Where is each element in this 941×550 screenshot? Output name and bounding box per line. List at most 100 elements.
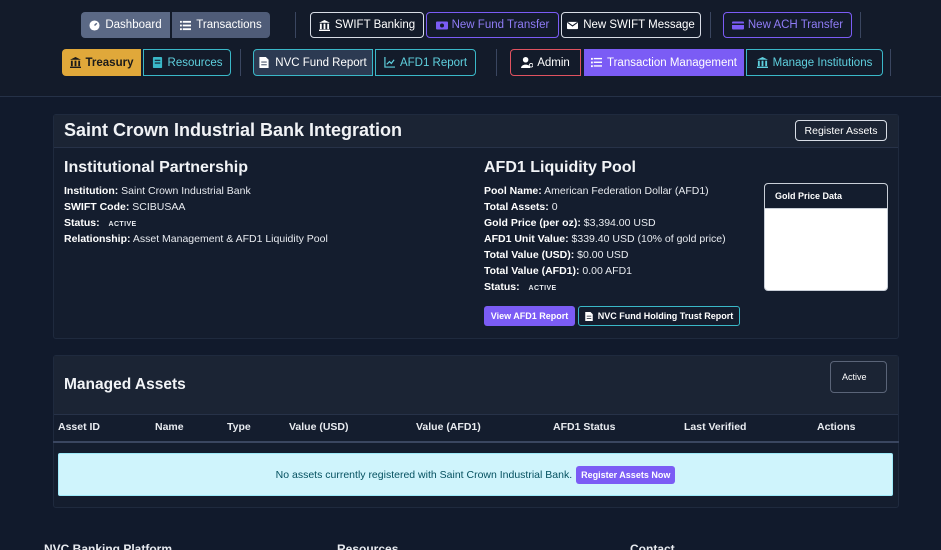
dashboard-gauge-icon (89, 19, 100, 31)
total-afd1-label: Total Value (AFD1): (484, 265, 580, 277)
credit-card-icon (731, 20, 744, 31)
bank-icon (318, 19, 330, 31)
new-fund-transfer-label: New Fund Transfer (451, 19, 550, 31)
institution-value: Saint Crown Industrial Bank (121, 185, 251, 197)
admin-label: Admin (537, 56, 570, 69)
nav-divider (890, 49, 891, 76)
resources-label: Resources (167, 56, 223, 69)
institution-row: Institution: Saint Crown Industrial Bank (64, 185, 251, 197)
swift-banking-button[interactable]: SWIFT Banking (310, 12, 424, 38)
col-value-usd: Value (USD) (289, 421, 349, 433)
col-type: Type (227, 421, 251, 433)
gold-price-label: Gold Price (per oz): (484, 217, 581, 229)
admin-button[interactable]: Admin (510, 49, 581, 76)
col-actions: Actions (817, 421, 856, 433)
relationship-row: Relationship: Asset Management & AFD1 Li… (64, 233, 328, 245)
new-fund-transfer-button[interactable]: New Fund Transfer (426, 12, 559, 38)
treasury-button[interactable]: Treasury (62, 49, 141, 76)
trust-report-label: NVC Fund Holding Trust Report (597, 311, 734, 321)
unit-value-value: $339.40 USD (10% of gold price) (571, 233, 726, 245)
swift-banking-label: SWIFT Banking (334, 19, 416, 31)
col-last-verified: Last Verified (684, 421, 747, 433)
dashboard-button[interactable]: Dashboard (81, 12, 170, 38)
swift-code-label: SWIFT Code: (64, 201, 130, 213)
partnership-status-row: Status: ACTIVE (64, 217, 137, 229)
transactions-button[interactable]: Transactions (172, 12, 270, 38)
view-afd1-report-button[interactable]: View AFD1 Report (484, 306, 575, 326)
register-assets-button[interactable]: Register Assets (795, 120, 887, 141)
envelope-icon (567, 20, 579, 31)
col-asset-id: Asset ID (58, 421, 101, 433)
transaction-management-label: Transaction Management (607, 56, 737, 69)
gold-price-panel: Gold Price Data (764, 183, 888, 291)
table-header-divider (53, 441, 899, 443)
transaction-management-button[interactable]: Transaction Management (584, 49, 744, 76)
swift-code-row: SWIFT Code: SCIBUSAA (64, 201, 185, 213)
list-icon (180, 20, 192, 31)
top-navigation: Dashboard Transactions SWIFT Banking New… (0, 0, 941, 97)
total-usd-label: Total Value (USD): (484, 249, 575, 261)
bank-icon (756, 57, 768, 68)
footer-contact-heading: Contact (630, 542, 675, 550)
status-badge: ACTIVE (108, 221, 137, 228)
afd1-report-button[interactable]: AFD1 Report (375, 49, 476, 76)
dashboard-label: Dashboard (105, 19, 162, 31)
treasury-label: Treasury (85, 56, 134, 69)
transactions-label: Transactions (196, 19, 262, 31)
empty-assets-message: No assets currently registered with Sain… (275, 468, 573, 481)
unit-value-label: AFD1 Unit Value: (484, 233, 569, 245)
gold-price-row: Gold Price (per oz): $3,394.00 USD (484, 217, 656, 229)
total-afd1-row: Total Value (AFD1): 0.00 AFD1 (484, 265, 632, 277)
col-value-afd1: Value (AFD1) (416, 421, 481, 433)
empty-assets-alert: No assets currently registered with Sain… (58, 453, 893, 496)
nvc-fund-report-label: NVC Fund Report (275, 56, 367, 69)
resources-button[interactable]: Resources (143, 49, 231, 76)
trust-report-button[interactable]: NVC Fund Holding Trust Report (578, 306, 740, 326)
money-icon (435, 20, 448, 31)
col-afd1-status: AFD1 Status (553, 421, 616, 433)
new-ach-transfer-button[interactable]: New ACH Transfer (723, 12, 852, 38)
institution-label: Institution: (64, 185, 119, 197)
register-assets-label: Register Assets (804, 124, 878, 137)
unit-value-row: AFD1 Unit Value: $339.40 USD (10% of gol… (484, 233, 726, 245)
manage-institutions-button[interactable]: Manage Institutions (746, 49, 883, 76)
partnership-heading: Institutional Partnership (64, 159, 249, 176)
total-usd-value: $0.00 USD (577, 249, 629, 261)
pool-name-label: Pool Name: (484, 185, 542, 197)
new-swift-message-button[interactable]: New SWIFT Message (561, 12, 701, 38)
col-name: Name (155, 421, 184, 433)
user-cog-icon (521, 57, 534, 68)
footer-brand: NVC Banking Platform (44, 542, 173, 550)
gold-price-panel-header: Gold Price Data (765, 184, 887, 209)
bank-icon (69, 57, 81, 68)
nav-divider (496, 49, 497, 76)
nav-divider (240, 49, 241, 76)
pool-name-row: Pool Name: American Federation Dollar (A… (484, 185, 709, 197)
pool-status-label: Status: (484, 281, 520, 293)
total-assets-row: Total Assets: 0 (484, 201, 558, 213)
pool-name-value: American Federation Dollar (AFD1) (544, 185, 709, 197)
book-icon (152, 57, 163, 68)
relationship-value: Asset Management & AFD1 Liquidity Pool (132, 233, 328, 245)
nav-divider (295, 12, 296, 38)
status-badge: ACTIVE (528, 285, 557, 292)
new-swift-message-label: New SWIFT Message (583, 19, 695, 31)
gold-price-panel-title: Gold Price Data (775, 191, 843, 201)
new-ach-transfer-label: New ACH Transfer (747, 19, 844, 31)
page-title: Saint Crown Industrial Bank Integration (64, 120, 403, 140)
relationship-label: Relationship: (64, 233, 131, 245)
pool-heading: AFD1 Liquidity Pool (484, 159, 636, 176)
nav-divider (710, 12, 711, 38)
document-icon (585, 311, 593, 321)
register-assets-now-button[interactable]: Register Assets Now (576, 465, 676, 484)
afd1-report-label: AFD1 Report (399, 56, 468, 69)
asset-status-select[interactable]: Active (830, 361, 887, 393)
total-assets-value: 0 (551, 201, 558, 213)
gold-price-value: $3,394.00 USD (583, 217, 656, 229)
total-assets-label: Total Assets: (484, 201, 549, 213)
line-chart-icon (384, 57, 395, 68)
nav-divider (860, 12, 861, 38)
nvc-fund-report-button[interactable]: NVC Fund Report (253, 49, 373, 76)
register-assets-now-label: Register Assets Now (581, 469, 671, 480)
pool-status-row: Status: ACTIVE (484, 281, 557, 293)
